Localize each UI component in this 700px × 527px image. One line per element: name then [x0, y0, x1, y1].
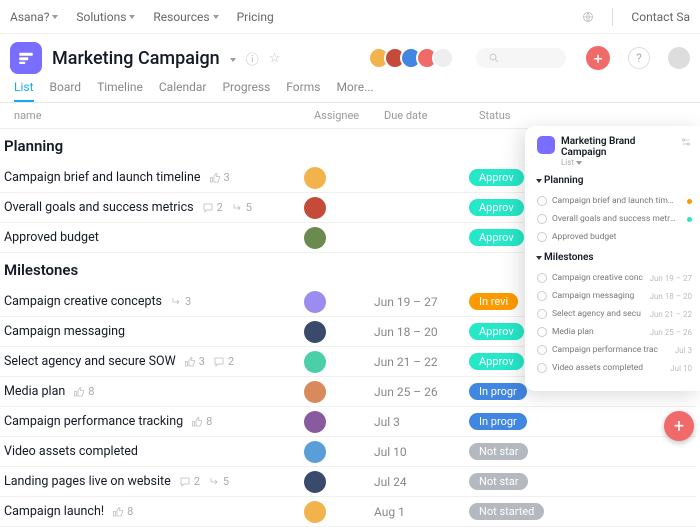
assignee-avatar[interactable] [304, 227, 326, 249]
task-row[interactable]: Campaign launch! 8Aug 1Not started [0, 497, 696, 527]
col-assignee: Assignee [314, 109, 384, 122]
assignee-avatar[interactable] [304, 321, 326, 343]
task-name: Campaign brief and launch timeline [4, 170, 201, 185]
overlay-section[interactable]: Milestones [537, 252, 692, 263]
overlay-task-row[interactable]: Media planJun 25 – 26 [537, 323, 692, 341]
tab-timeline[interactable]: Timeline [97, 80, 143, 102]
search-input[interactable] [476, 48, 566, 68]
due-date: Aug 1 [374, 505, 469, 519]
chevron-down-icon[interactable] [230, 51, 236, 66]
overlay-task-row[interactable]: Campaign performance tracJul 3 [537, 341, 692, 359]
assignee-avatar[interactable] [304, 381, 326, 403]
due-date: Jul 24 [374, 475, 469, 489]
tab-board[interactable]: Board [50, 80, 82, 102]
nav-solutions[interactable]: Solutions [76, 10, 135, 24]
status-pill[interactable]: Approv [469, 353, 524, 370]
col-due: Due date [384, 109, 479, 122]
overlay-section[interactable]: Planning [537, 175, 692, 186]
project-header: Marketing Campaign ⓘ ☆ + ? [0, 34, 700, 74]
due-date: Jun 19 – 27 [374, 295, 469, 309]
status-pill[interactable]: Not started [469, 503, 544, 520]
due-date: Jul 3 [374, 415, 469, 429]
task-row[interactable]: Campaign performance tracking 8Jul 3In p… [0, 407, 696, 437]
task-name: Campaign messaging [4, 324, 125, 339]
due-date: Jun 21 – 22 [374, 355, 469, 369]
project-icon [10, 42, 42, 74]
task-name: Approved budget [4, 230, 99, 245]
overlay-task-row[interactable]: Campaign brief and launch timeline [537, 192, 692, 210]
due-date: Jul 10 [374, 445, 469, 459]
task-name: Media plan [4, 384, 65, 399]
status-pill[interactable]: Approv [469, 169, 524, 186]
globe-icon[interactable] [582, 11, 594, 23]
assignee-avatar[interactable] [304, 471, 326, 493]
assignee-avatar[interactable] [304, 167, 326, 189]
assignee-avatar[interactable] [304, 351, 326, 373]
col-name: name [14, 109, 314, 122]
settings-icon[interactable] [680, 136, 692, 151]
help-icon[interactable]: ? [628, 47, 650, 69]
mobile-preview: Marketing Brand Campaign List Planning Ca… [525, 126, 700, 391]
view-tabs: List Board Timeline Calendar Progress Fo… [0, 74, 700, 103]
tab-progress[interactable]: Progress [222, 80, 270, 102]
col-status: Status [479, 109, 686, 122]
tab-more[interactable]: More... [336, 80, 373, 102]
overlay-project-icon [537, 136, 555, 154]
overlay-task-row[interactable]: Campaign messagingJun 18 – 20 [537, 287, 692, 305]
nav-asana[interactable]: Asana? [10, 10, 58, 24]
overlay-task-row[interactable]: Overall goals and success metrics [537, 210, 692, 228]
due-date: Jun 25 – 26 [374, 385, 469, 399]
nav-contact[interactable]: Contact Sa [631, 10, 690, 24]
overlay-task-row[interactable]: Select agency and secuJun 21 – 22 [537, 305, 692, 323]
tab-forms[interactable]: Forms [286, 80, 320, 102]
overlay-task-row[interactable]: Video assets completedJul 10 [537, 359, 692, 377]
task-name: Campaign performance tracking [4, 414, 183, 429]
task-name: Landing pages live on website [4, 474, 171, 489]
nav-pricing[interactable]: Pricing [237, 10, 274, 24]
task-name: Campaign launch! [4, 504, 104, 519]
status-pill[interactable]: Approv [469, 323, 524, 340]
status-pill[interactable]: Approv [469, 199, 524, 216]
overlay-task-row[interactable]: Approved budget [537, 228, 692, 246]
task-row[interactable]: Landing pages live on website 2 5Jul 24N… [0, 467, 696, 497]
assignee-avatar[interactable] [304, 197, 326, 219]
top-nav: Asana? Solutions Resources Pricing Conta… [0, 0, 700, 34]
status-pill[interactable]: In revi [469, 293, 518, 310]
overlay-sub: List [561, 158, 674, 167]
assignee-avatar[interactable] [304, 411, 326, 433]
tab-calendar[interactable]: Calendar [159, 80, 207, 102]
assignee-avatar[interactable] [304, 291, 326, 313]
overlay-task-row[interactable]: Campaign creative concJun 19 – 27 [537, 269, 692, 287]
profile-avatar[interactable] [668, 47, 690, 69]
status-pill[interactable]: In progr [469, 413, 527, 430]
tab-list[interactable]: List [14, 80, 34, 102]
status-pill[interactable]: Not star [469, 473, 528, 490]
add-button[interactable]: + [586, 46, 610, 70]
assignee-avatar[interactable] [304, 441, 326, 463]
status-pill[interactable]: Not star [469, 443, 528, 460]
overlay-title: Marketing Brand Campaign [561, 136, 674, 158]
info-icon[interactable]: ⓘ [246, 49, 259, 68]
task-name: Select agency and secure SOW [4, 354, 176, 369]
fab-add[interactable]: + [664, 411, 694, 441]
star-icon[interactable]: ☆ [269, 51, 281, 66]
task-name: Campaign creative concepts [4, 294, 162, 309]
task-row[interactable]: Video assets completed Jul 10Not star [0, 437, 696, 467]
due-date: Jun 18 – 20 [374, 325, 469, 339]
assignee-avatar[interactable] [304, 501, 326, 523]
task-name: Video assets completed [4, 444, 138, 459]
project-title: Marketing Campaign [52, 48, 220, 69]
status-pill[interactable]: Approv [469, 229, 524, 246]
status-pill[interactable]: In progr [469, 383, 527, 400]
member-avatars[interactable] [374, 47, 454, 69]
nav-resources[interactable]: Resources [153, 10, 218, 24]
task-name: Overall goals and success metrics [4, 200, 194, 215]
